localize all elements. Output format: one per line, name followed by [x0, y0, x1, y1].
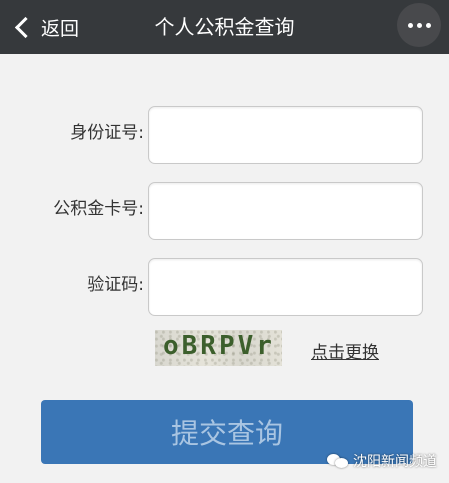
- more-dots-icon: [425, 22, 431, 28]
- id-number-label: 身份证号:: [70, 123, 144, 143]
- fund-card-input[interactable]: [148, 182, 423, 240]
- captcha-image[interactable]: oBRPVr: [155, 330, 282, 366]
- top-navigation-bar: 返回 个人公积金查询: [0, 0, 449, 54]
- verification-code-input[interactable]: [148, 258, 423, 316]
- wechat-icon: [327, 453, 349, 469]
- captcha-text: oBRPVr: [163, 331, 275, 361]
- fund-card-label: 公积金卡号:: [53, 199, 144, 219]
- watermark: 沈阳新闻频道: [327, 451, 437, 471]
- more-dots-icon: [416, 22, 422, 28]
- chevron-left-icon: [14, 16, 37, 38]
- verification-code-label: 验证码:: [87, 275, 144, 295]
- id-number-input[interactable]: [148, 106, 423, 164]
- back-button[interactable]: 返回: [10, 12, 79, 42]
- watermark-text: 沈阳新闻频道: [353, 454, 437, 470]
- back-button-label: 返回: [41, 17, 80, 40]
- more-dots-icon: [407, 22, 413, 28]
- refresh-captcha-link[interactable]: 点击更换: [311, 338, 379, 363]
- more-menu-button[interactable]: [397, 3, 441, 47]
